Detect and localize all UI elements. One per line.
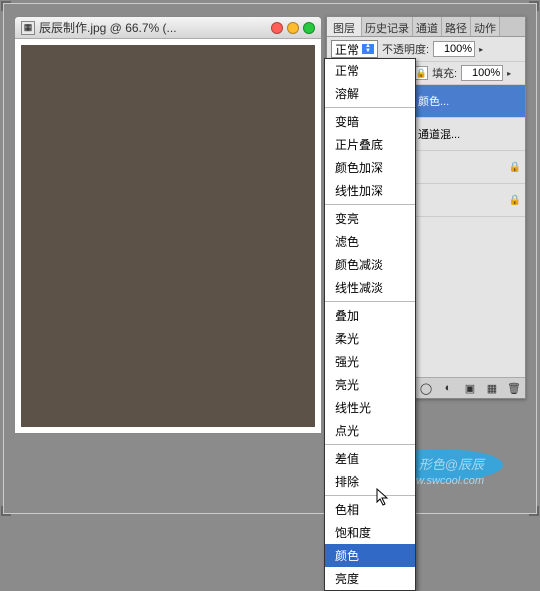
blend-mode-option[interactable]: 排除 — [325, 470, 415, 493]
blend-mode-option[interactable]: 叠加 — [325, 304, 415, 327]
separator — [325, 301, 415, 302]
blend-mode-option[interactable]: 亮光 — [325, 373, 415, 396]
separator — [325, 204, 415, 205]
trash-icon[interactable]: 🗑 — [506, 381, 522, 395]
blend-mode-option[interactable]: 柔光 — [325, 327, 415, 350]
fill-input[interactable]: 100% — [461, 65, 503, 81]
blend-mode-option[interactable]: 点光 — [325, 419, 415, 442]
watermark-text: 形色@辰辰 — [419, 454, 484, 473]
blend-mode-option[interactable]: 变暗 — [325, 110, 415, 133]
blend-mode-option[interactable]: 亮度 — [325, 567, 415, 590]
blend-mode-option[interactable]: 变亮 — [325, 207, 415, 230]
close-button[interactable] — [271, 22, 283, 34]
select-arrows-icon: ▲▼ — [362, 44, 374, 54]
tab-actions[interactable]: 动作 — [471, 17, 500, 36]
adjustment-icon[interactable]: ◐ — [440, 381, 456, 395]
blend-mode-option[interactable]: 正常 — [325, 59, 415, 82]
blend-mode-option[interactable]: 差值 — [325, 447, 415, 470]
lock-icon: 🔒 — [509, 195, 521, 206]
chevron-right-icon[interactable]: ▸ — [507, 69, 511, 78]
tab-history[interactable]: 历史记录 — [362, 17, 413, 36]
separator — [325, 107, 415, 108]
zoom-button[interactable] — [303, 22, 315, 34]
blend-mode-option[interactable]: 色相 — [325, 498, 415, 521]
blend-mode-option[interactable]: 颜色 — [325, 544, 415, 567]
blend-mode-select[interactable]: 正常 ▲▼ — [331, 40, 378, 58]
titlebar[interactable]: ▦ 辰辰制作.jpg @ 66.7% (... — [15, 17, 321, 39]
panel-tabs: 图层 历史记录 通道 路径 动作 — [327, 17, 525, 37]
fill-label: 填充: — [432, 65, 457, 81]
blend-mode-option[interactable]: 颜色减淡 — [325, 253, 415, 276]
layer-name[interactable]: 颜色... — [418, 93, 521, 109]
opacity-label: 不透明度: — [382, 41, 429, 57]
blend-mode-option[interactable]: 线性减淡 — [325, 276, 415, 299]
new-layer-icon[interactable]: ▦ — [484, 381, 500, 395]
tab-channels[interactable]: 通道 — [413, 17, 442, 36]
blend-mode-option[interactable]: 颜色加深 — [325, 156, 415, 179]
separator — [325, 495, 415, 496]
document-window: ▦ 辰辰制作.jpg @ 66.7% (... — [14, 16, 322, 434]
file-icon: ▦ — [21, 21, 35, 35]
tab-paths[interactable]: 路径 — [442, 17, 471, 36]
blend-mode-option[interactable]: 正片叠底 — [325, 133, 415, 156]
blend-mode-option[interactable]: 强光 — [325, 350, 415, 373]
lock-all-icon[interactable]: 🔒 — [414, 66, 428, 80]
blend-mode-option[interactable]: 溶解 — [325, 82, 415, 105]
layer-name[interactable]: 通道混... — [418, 126, 521, 142]
separator — [325, 444, 415, 445]
lock-icon: 🔒 — [509, 162, 521, 173]
canvas-area[interactable] — [15, 39, 321, 433]
blend-mode-value: 正常 — [335, 41, 359, 58]
folder-icon[interactable]: ▣ — [462, 381, 478, 395]
tab-layers[interactable]: 图层 — [327, 17, 362, 36]
chevron-right-icon[interactable]: ▸ — [479, 45, 483, 54]
minimize-button[interactable] — [287, 22, 299, 34]
blend-mode-option[interactable]: 线性加深 — [325, 179, 415, 202]
opacity-input[interactable]: 100% — [433, 41, 475, 57]
blend-mode-dropdown[interactable]: 正常溶解变暗正片叠底颜色加深线性加深变亮滤色颜色减淡线性减淡叠加柔光强光亮光线性… — [324, 58, 416, 591]
document-title: 辰辰制作.jpg @ 66.7% (... — [39, 19, 267, 36]
blend-mode-option[interactable]: 饱和度 — [325, 521, 415, 544]
canvas[interactable] — [21, 45, 315, 427]
mask-icon[interactable]: ◯ — [418, 381, 434, 395]
blend-mode-option[interactable]: 线性光 — [325, 396, 415, 419]
blend-mode-option[interactable]: 滤色 — [325, 230, 415, 253]
